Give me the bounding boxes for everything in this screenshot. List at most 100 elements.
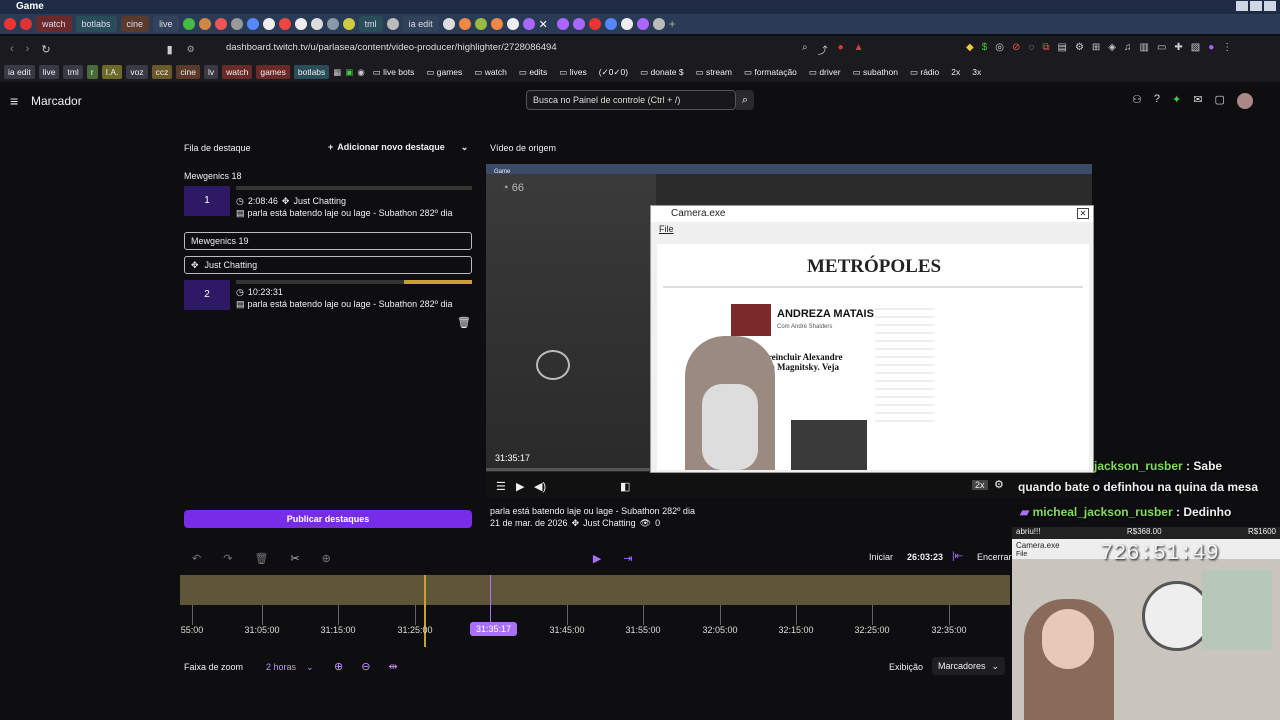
bookmark-item[interactable]: r [86, 65, 98, 79]
bookmark-icon[interactable]: ▣ [345, 67, 353, 78]
extension-icon[interactable]: ▧ [1191, 42, 1200, 53]
bookmark-icon[interactable]: ▮ [167, 43, 173, 56]
extension-icon[interactable]: ▭ [1157, 42, 1166, 53]
window-icon[interactable]: ▢ [1214, 93, 1224, 109]
bookmark-folder[interactable]: ▭ edits [515, 65, 551, 79]
search-icon[interactable]: ⌕ [736, 90, 754, 110]
extension-icon[interactable]: ⚙ [1075, 42, 1084, 53]
start-time[interactable]: 26:03:23 [907, 552, 943, 562]
bookmark-folder[interactable]: ▭ games [422, 65, 466, 79]
clip-icon[interactable]: ◧ [620, 480, 630, 493]
bookmark-item[interactable]: 3x [968, 65, 985, 79]
tab-favicon-icon[interactable] [572, 18, 585, 30]
tab-favicon-icon[interactable] [182, 18, 195, 30]
extension-icon[interactable]: ▤ [1057, 42, 1066, 53]
bookmark-item[interactable]: 2x [947, 65, 964, 79]
markers-dropdown[interactable]: Marcadores ⌄ [932, 657, 1006, 675]
extension-icon[interactable]: ⊞ [1092, 42, 1100, 53]
bookmark-folder[interactable]: ▭ lives [555, 65, 590, 79]
bookmark-item[interactable]: ia edit [4, 65, 35, 79]
tab-tml[interactable]: tml [358, 16, 383, 32]
speed-badge[interactable]: 2x [972, 480, 988, 490]
tab-favicon-icon[interactable] [620, 18, 633, 30]
mail-icon[interactable]: ✉ [1193, 93, 1202, 109]
tab-favicon-icon[interactable] [556, 18, 569, 30]
highlight-title-input[interactable]: Mewgenics 19 [184, 232, 472, 250]
extension-icon[interactable]: $ [982, 42, 988, 53]
chapters-icon[interactable]: ☰ [496, 480, 506, 493]
tab-favicon-icon[interactable] [4, 18, 16, 30]
bookmark-item[interactable]: I.A. [101, 65, 123, 79]
close-tab-icon[interactable]: ✕ [539, 18, 553, 31]
bookmark-folder[interactable]: ▭ live bots [369, 65, 419, 79]
extension-icon[interactable]: ▥ [1140, 42, 1149, 53]
tab-botlabs[interactable]: botlabs [75, 16, 117, 32]
tab-favicon-icon[interactable] [326, 18, 339, 30]
bookmark-icon[interactable]: ◉ [357, 67, 364, 78]
new-tab-icon[interactable]: + [669, 17, 676, 31]
bookmark-item[interactable]: watch [222, 65, 253, 79]
tab-watch[interactable]: watch [36, 16, 72, 32]
back-icon[interactable]: ‹ [10, 43, 14, 55]
volume-icon[interactable]: ◀) [534, 480, 546, 493]
add-icon[interactable]: ⊕ [322, 552, 331, 565]
bookmark-folder[interactable]: (✓0✓0) [595, 65, 632, 79]
tab-favicon-icon[interactable] [214, 18, 227, 30]
tab-live[interactable]: live [153, 16, 179, 32]
extension-icon[interactable]: ◌ [1028, 42, 1034, 53]
tab-favicon-icon[interactable] [522, 18, 535, 30]
maximize-button[interactable] [1250, 1, 1262, 11]
hamburger-menu-icon[interactable]: ≡ [10, 93, 18, 109]
tab-favicon-icon[interactable] [310, 18, 323, 30]
scissors-icon[interactable]: ✂ [290, 552, 299, 565]
extension-icon[interactable]: ✦ [1172, 93, 1181, 109]
bookmark-item[interactable]: voz [126, 65, 148, 79]
alert-icon[interactable]: ▲ [854, 42, 864, 57]
highlight-number[interactable]: 1 [184, 186, 230, 216]
tab-favicon-icon[interactable] [474, 18, 487, 30]
tab-favicon-icon[interactable] [636, 18, 649, 30]
extension-icon[interactable]: ◎ [995, 42, 1004, 53]
bookmark-item[interactable]: botlabs [293, 65, 330, 79]
set-start-icon[interactable]: |⇤ [952, 551, 963, 562]
community-icon[interactable]: ⚇ [1132, 93, 1142, 109]
extension-icon[interactable]: ◈ [1108, 42, 1116, 53]
bookmark-folder[interactable]: ▭ driver [805, 65, 845, 79]
close-button[interactable] [1264, 1, 1276, 11]
extension-icon[interactable]: ◆ [966, 42, 974, 53]
tab-favicon-icon[interactable] [278, 18, 291, 30]
play-icon[interactable]: ▶ [593, 552, 601, 565]
bookmark-folder[interactable]: ▭ rádio [906, 65, 943, 79]
delete-icon[interactable]: 🗑 [254, 552, 268, 565]
forward-icon[interactable]: › [26, 43, 30, 55]
bookmark-item[interactable]: live [38, 65, 60, 79]
tab-favicon-icon[interactable] [262, 18, 275, 30]
tab-favicon-icon[interactable] [246, 18, 259, 30]
bookmark-folder[interactable]: ▭ formatação [740, 65, 801, 79]
tab-favicon-icon[interactable] [652, 18, 665, 30]
tab-favicon-icon[interactable] [506, 18, 519, 30]
extension-icon[interactable]: ✚ [1174, 42, 1182, 53]
tab-favicon-icon[interactable] [230, 18, 243, 30]
site-info-icon[interactable]: ⚙ [187, 44, 195, 55]
close-icon[interactable]: ✕ [1077, 208, 1089, 219]
fit-icon[interactable]: ⇹ [388, 660, 397, 673]
play-icon[interactable]: ▶ [516, 480, 524, 493]
bookmark-folder[interactable]: ▭ stream [692, 65, 736, 79]
tab-favicon-icon[interactable] [20, 18, 32, 30]
avatar[interactable] [1236, 93, 1253, 109]
help-icon[interactable]: ? [1154, 93, 1160, 109]
menu-icon[interactable]: ⋮ [1222, 42, 1232, 53]
bookmark-item[interactable]: games [256, 65, 290, 79]
bookmark-folder[interactable]: ▭ donate $ [636, 65, 688, 79]
skip-end-icon[interactable]: ⇥ [623, 552, 632, 565]
tab-favicon-icon[interactable] [458, 18, 471, 30]
bookmark-item[interactable]: cine [176, 65, 200, 79]
bookmark-item[interactable]: lv [203, 65, 219, 79]
add-highlight-button[interactable]: + Adicionar novo destaque ⌄ [328, 142, 468, 153]
dashboard-search-input[interactable]: Busca no Painel de controle (Ctrl + /) [526, 90, 736, 110]
tab-ia-edit[interactable]: ia edit [402, 16, 439, 32]
highlight-category-input[interactable]: ✥ Just Chatting [184, 256, 472, 274]
tab-favicon-icon[interactable] [294, 18, 307, 30]
grid-icon[interactable]: ▦ [333, 67, 341, 78]
